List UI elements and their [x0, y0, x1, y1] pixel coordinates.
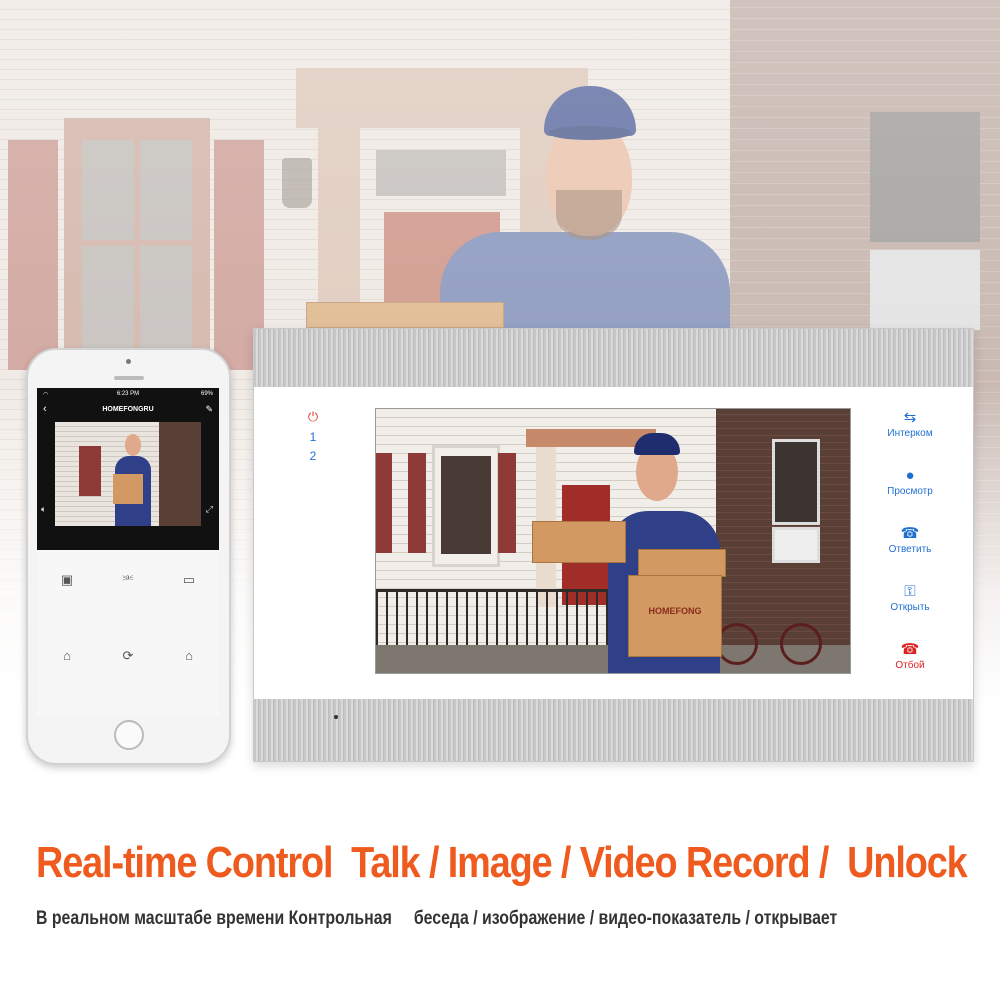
feature-subline-russian: В реальном масштабе времени Контрольная …: [36, 908, 838, 929]
phone-speaker: [114, 376, 144, 380]
monitor-view-button[interactable]: ● Просмотр: [876, 467, 944, 525]
screen-shutter: [408, 453, 426, 553]
intercom-monitor: ⏻ 1 2 HOMEFONG ⇆ Интерком ● Просмотр ☎ О…: [253, 328, 974, 762]
monitor-view-label: Просмотр: [887, 486, 933, 497]
phone-answer-icon: ☎: [900, 525, 920, 542]
lock-icon[interactable]: ⌂: [174, 648, 204, 668]
answer-button[interactable]: ☎ Ответить: [876, 525, 944, 583]
phone-scene-head: [125, 434, 141, 456]
person-icon: ●: [905, 467, 915, 484]
intercom-label: Интерком: [887, 428, 933, 439]
phone-scene-door: [79, 446, 101, 496]
monitor-button-column: ⇆ Интерком ● Просмотр ☎ Ответить ⚿ Откры…: [876, 409, 944, 699]
hangup-label: Отбой: [895, 660, 925, 671]
screen-window-glass: [441, 456, 491, 554]
phone-screen: ◠ 6:23 PM 69% ‹ HOMEFONGRU ✎ 🔈︎ ⤢ ▣ ⎃ ▭: [37, 388, 219, 716]
screen-brick-window: [772, 527, 820, 563]
hangup-button[interactable]: ☎ Отбой: [876, 641, 944, 699]
screen-brick-window: [772, 439, 820, 525]
screen-shutter: [376, 453, 392, 553]
phone-video-image: [55, 422, 201, 526]
phone-video-feed[interactable]: 🔈︎ ⤢: [37, 418, 219, 550]
monitor-screen: HOMEFONG: [375, 408, 851, 674]
phone-scene-box: [113, 474, 143, 504]
intercom-arrows-icon: ⇆: [903, 409, 917, 426]
fullscreen-icon[interactable]: ⤢: [206, 504, 213, 515]
power-icon[interactable]: ⏻: [303, 409, 323, 425]
screen-big-box: HOMEFONG: [628, 575, 722, 657]
app-title: HOMEFONGRU: [102, 406, 154, 413]
phone-status-bar: ◠ 6:23 PM 69%: [37, 388, 219, 402]
bicycle-wheel: [716, 623, 758, 665]
unlock-button[interactable]: ⚿ Открыть: [876, 583, 944, 641]
feature-headline: Real-time Control Talk / Image / Video R…: [36, 838, 968, 887]
lock-icon[interactable]: ⌂: [52, 648, 82, 668]
phone-control-panel: ▣ ⎃ ▭ ⌂ ⟳ ⌂: [37, 550, 219, 716]
screen-box-top: [638, 549, 726, 577]
edit-pencil-icon[interactable]: ✎: [205, 404, 213, 415]
screen-shutter: [498, 453, 516, 553]
status-battery: 69%: [200, 391, 213, 397]
switch-icon[interactable]: ⟳: [113, 648, 143, 668]
line-2-indicator[interactable]: 2: [303, 449, 323, 463]
monitor-side-indicators: ⏻ 1 2: [303, 409, 323, 463]
camera-icon[interactable]: ▣: [52, 572, 82, 592]
microphone-icon[interactable]: ⎃: [113, 572, 143, 592]
answer-label: Ответить: [888, 544, 932, 555]
screen-iron-fence: [376, 589, 616, 648]
screen-courier-cap: [634, 433, 680, 455]
video-record-icon[interactable]: ▭: [174, 572, 204, 592]
smartphone: ◠ 6:23 PM 69% ‹ HOMEFONGRU ✎ 🔈︎ ⤢ ▣ ⎃ ▭: [26, 348, 231, 765]
unlock-label: Открыть: [890, 602, 930, 613]
key-icon: ⚿: [904, 583, 916, 600]
line-1-indicator[interactable]: 1: [303, 430, 323, 444]
phone-home-button[interactable]: [114, 720, 144, 750]
screen-window: [432, 445, 500, 567]
status-time: 6:23 PM: [116, 391, 140, 397]
phone-app-header: ‹ HOMEFONGRU ✎: [37, 402, 219, 418]
bicycle-wheel: [780, 623, 822, 665]
phone-camera: [126, 359, 131, 364]
microphone-hole: [334, 715, 338, 719]
phone-hangup-icon: ☎: [900, 641, 920, 658]
box-brand-label: HOMEFONG: [648, 606, 702, 616]
phone-scene-brick: [159, 422, 201, 526]
monitor-bottom-trim: [254, 699, 973, 761]
screen-small-box: [532, 521, 626, 563]
speaker-icon[interactable]: 🔈︎: [41, 504, 46, 515]
intercom-button[interactable]: ⇆ Интерком: [876, 409, 944, 467]
monitor-top-trim: [254, 329, 973, 387]
